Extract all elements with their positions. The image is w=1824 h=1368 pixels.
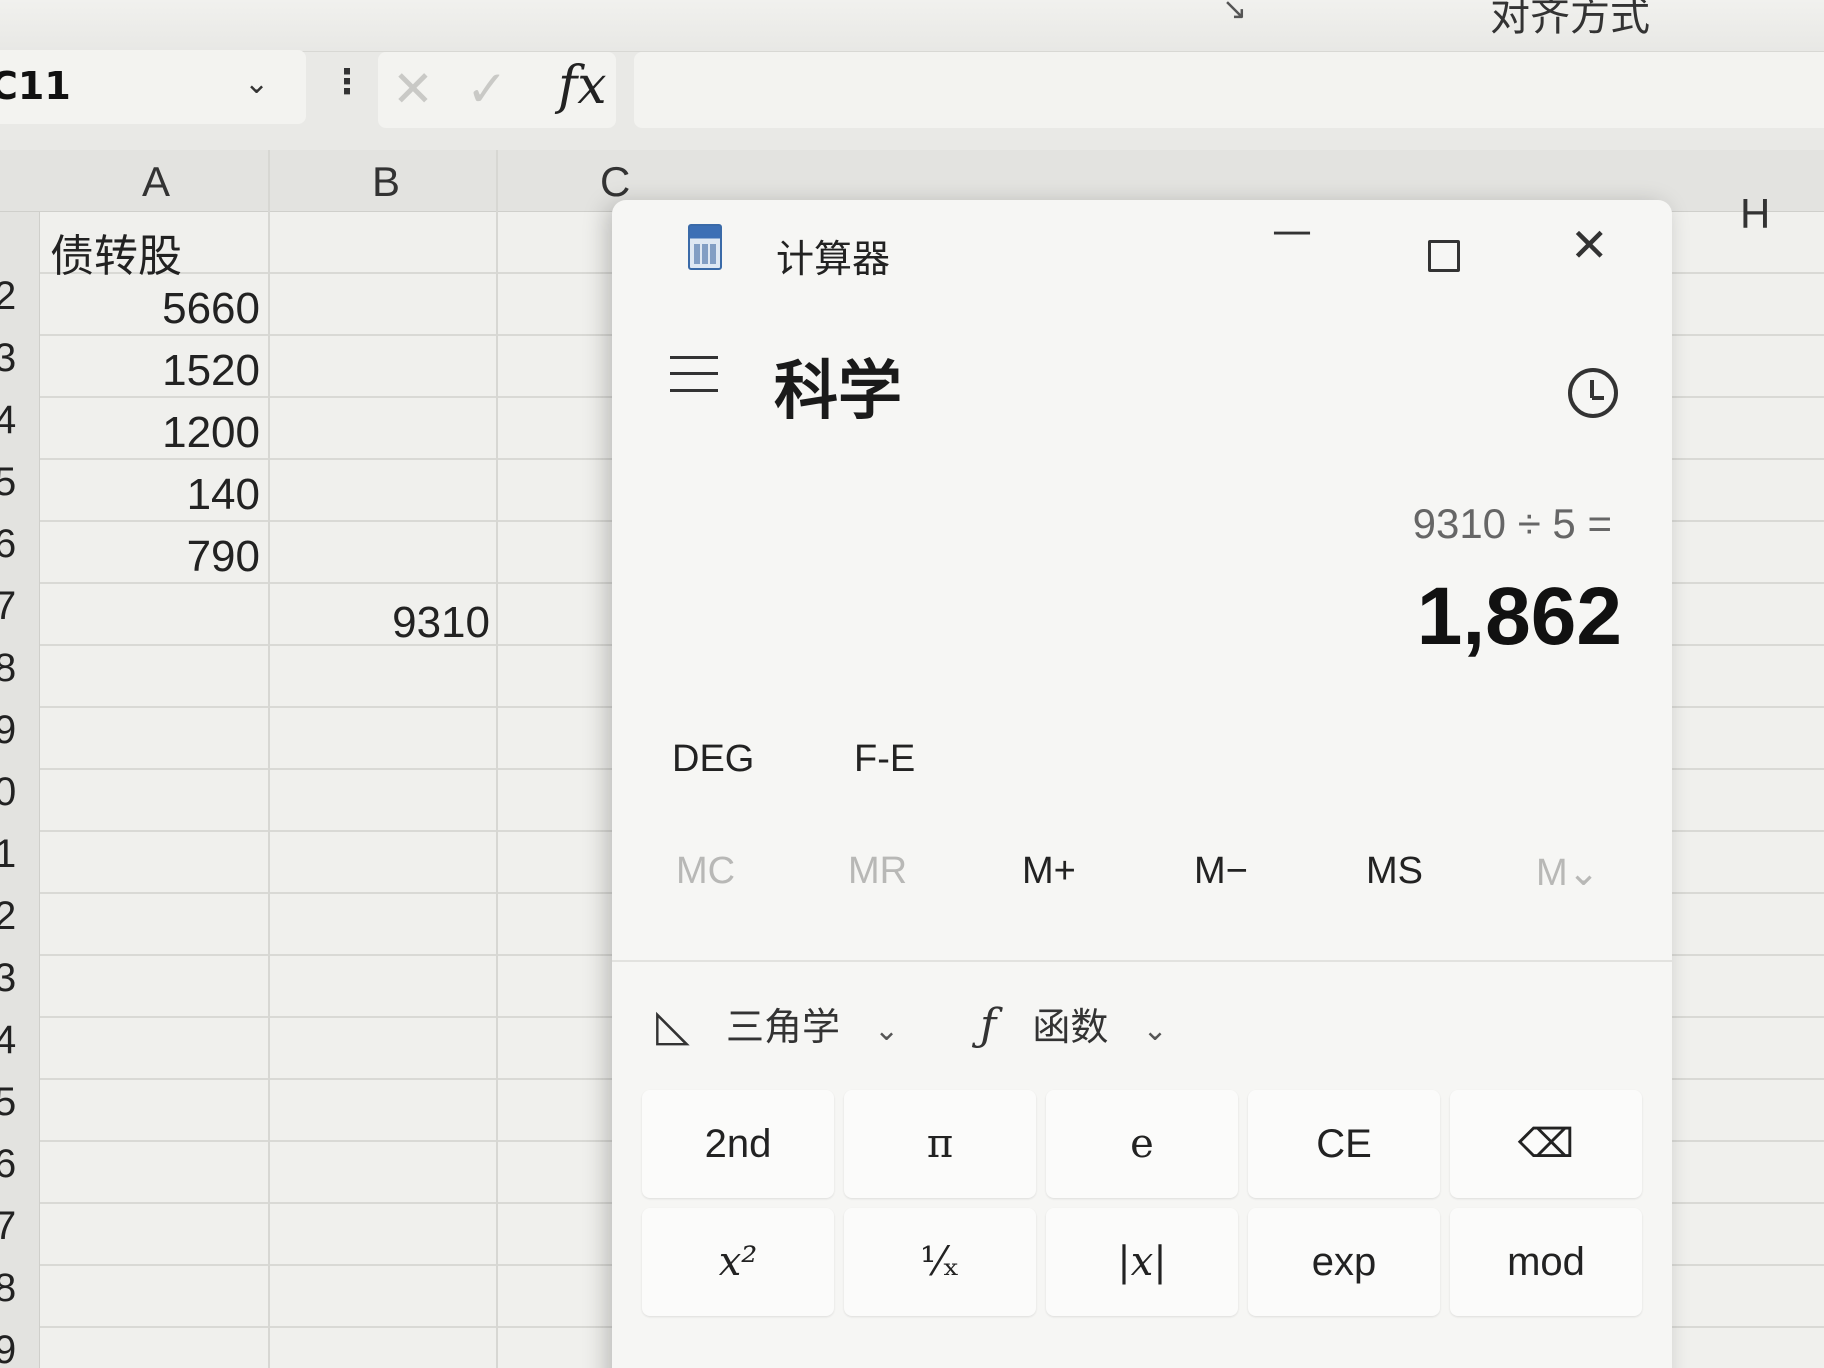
cell-b7[interactable]: 9310 (290, 598, 490, 648)
more-options-icon[interactable]: ⋮ (330, 62, 364, 102)
row-header-column: 2 3 4 5 6 7 8 9 0 1 2 3 4 5 6 7 8 9 (0, 212, 40, 1368)
name-box-value: C11 (0, 64, 71, 108)
mode-title: 科学 (774, 355, 902, 429)
square-key-label: x² (718, 1239, 758, 1285)
angle-mode-button[interactable]: DEG (672, 738, 754, 781)
row-number[interactable]: 3 (0, 956, 16, 1001)
divider (612, 960, 1672, 962)
cell-a4[interactable]: 1200 (60, 408, 260, 458)
row-number[interactable]: 8 (0, 646, 16, 691)
check-icon[interactable]: ✓ (466, 60, 508, 118)
close-icon[interactable]: ✕ (1570, 218, 1609, 272)
cell-a5[interactable]: 140 (60, 470, 260, 520)
cancel-icon[interactable]: ✕ (392, 60, 434, 118)
function-dropdown-label: 函数 (1032, 1005, 1109, 1049)
chevron-down-icon[interactable]: ⌄ (244, 66, 269, 101)
function-icon[interactable]: fx (558, 56, 607, 116)
column-header-c[interactable]: C (600, 158, 630, 206)
name-box[interactable]: C11 ⌄ (0, 50, 306, 124)
backspace-icon: ⌫ (1517, 1122, 1575, 1166)
fe-toggle-button[interactable]: F-E (854, 738, 915, 781)
row-number[interactable]: 7 (0, 1204, 16, 1249)
row-number[interactable]: 0 (0, 770, 16, 815)
second-function-key-label: 2nd (704, 1121, 772, 1166)
row-number[interactable]: 9 (0, 1328, 16, 1368)
column-header-a[interactable]: A (142, 158, 170, 206)
cell-a1[interactable]: 债转股 (50, 220, 182, 284)
clear-entry-key-label: CE (1316, 1121, 1372, 1166)
reciprocal-key[interactable]: ¹⁄ₓ (844, 1208, 1036, 1316)
pi-key-label: π (926, 1121, 954, 1167)
memory-clear-button[interactable]: MC (676, 850, 735, 893)
absolute-value-key[interactable]: |x| (1046, 1208, 1238, 1316)
dialog-launcher-icon[interactable]: ↘ (1222, 0, 1247, 27)
reciprocal-key-label: ¹⁄ₓ (920, 1239, 960, 1285)
memory-store-button[interactable]: MS (1366, 850, 1423, 893)
cell-a3[interactable]: 1520 (60, 346, 260, 396)
row-number[interactable]: 6 (0, 1142, 16, 1187)
memory-list-button[interactable]: M⌄ (1536, 850, 1600, 895)
square-key[interactable]: x² (642, 1208, 834, 1316)
mod-key-label: mod (1507, 1239, 1585, 1284)
exp-key[interactable]: exp (1248, 1208, 1440, 1316)
formula-actions: ✕ ✓ fx (378, 52, 616, 128)
cell-a6[interactable]: 790 (60, 532, 260, 582)
ribbon-strip: ↘ 对齐方式 (0, 0, 1824, 52)
maximize-icon[interactable] (1428, 240, 1460, 272)
cell-a2[interactable]: 5660 (60, 284, 260, 334)
column-header-h[interactable]: H (1740, 190, 1770, 238)
e-key-label: e (1130, 1121, 1154, 1167)
function-dropdown[interactable]: ƒ 函数 ⌄ (980, 996, 1168, 1051)
e-key[interactable]: e (1046, 1090, 1238, 1198)
row-number[interactable]: 5 (0, 460, 16, 505)
row-number[interactable]: 2 (0, 894, 16, 939)
exp-key-label: exp (1311, 1239, 1377, 1284)
chevron-down-icon: ⌄ (1142, 1013, 1168, 1048)
history-icon[interactable] (1568, 368, 1618, 418)
backspace-key[interactable]: ⌫ (1450, 1090, 1642, 1198)
result-display: 1,862 (1416, 571, 1622, 662)
row-number[interactable]: 2 (0, 274, 16, 319)
minimize-icon[interactable]: — (1272, 208, 1312, 254)
row-number[interactable]: 3 (0, 336, 16, 381)
ribbon-group-label: 对齐方式 (1490, 0, 1650, 40)
keypad: 2nd π e CE ⌫ x² ¹⁄ₓ |x| exp mod (632, 1090, 1652, 1368)
row-number[interactable]: 4 (0, 398, 16, 443)
memory-subtract-button[interactable]: M− (1194, 850, 1248, 893)
expression-display: 9310 ÷ 5 = (1412, 500, 1612, 547)
row-number[interactable]: 7 (0, 584, 16, 629)
memory-row: MC MR M+ M− MS M⌄ (612, 850, 1672, 930)
row-number[interactable]: 6 (0, 522, 16, 567)
row-number[interactable]: 1 (0, 832, 16, 877)
trig-dropdown[interactable]: ◺ 三角学 ⌄ (656, 996, 899, 1051)
chevron-down-icon: ⌄ (874, 1013, 900, 1048)
column-divider (268, 150, 270, 1368)
second-function-key[interactable]: 2nd (642, 1090, 834, 1198)
hamburger-menu-icon[interactable] (670, 356, 718, 392)
trig-dropdown-label: 三角学 (725, 1005, 840, 1049)
triangle-icon: ◺ (656, 1000, 690, 1051)
mod-key[interactable]: mod (1450, 1208, 1642, 1316)
function-icon: ƒ (980, 1000, 997, 1051)
column-header-b[interactable]: B (372, 158, 400, 206)
row-number[interactable]: 4 (0, 1018, 16, 1063)
calculator-app-icon (688, 224, 722, 270)
calculator-window: 计算器 — ✕ 科学 9310 ÷ 5 = 1,862 DEG F-E MC M… (612, 200, 1672, 1368)
row-number[interactable]: 8 (0, 1266, 16, 1311)
memory-recall-button[interactable]: MR (848, 850, 907, 893)
clear-entry-key[interactable]: CE (1248, 1090, 1440, 1198)
row-number[interactable]: 5 (0, 1080, 16, 1125)
column-divider (496, 150, 498, 1368)
formula-input[interactable] (634, 52, 1824, 128)
memory-add-button[interactable]: M+ (1022, 850, 1076, 893)
row-number[interactable]: 9 (0, 708, 16, 753)
pi-key[interactable]: π (844, 1090, 1036, 1198)
window-title: 计算器 (776, 237, 891, 281)
absolute-value-key-label: |x| (1117, 1239, 1167, 1285)
